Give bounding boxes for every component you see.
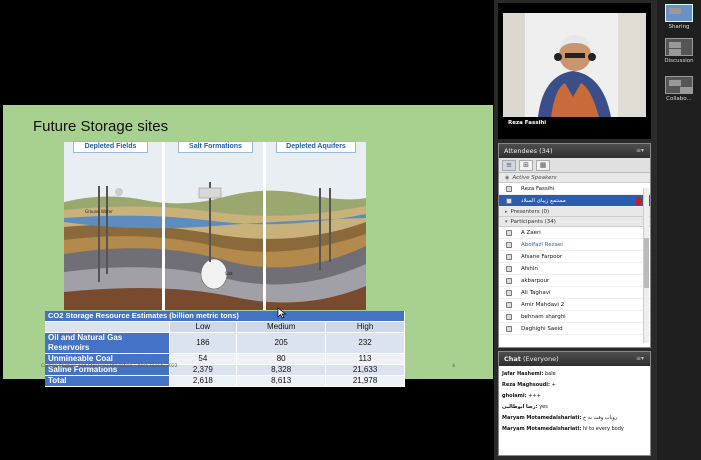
chat-message: Maryam Motamedalshariati: hi to every bo…	[502, 426, 624, 432]
chevron-down-icon: ▾	[505, 219, 508, 225]
list-item[interactable]: akbarpour	[499, 275, 650, 287]
active-speakers-section: ◉ Active Speakers	[499, 173, 650, 183]
storage-illustration	[64, 142, 366, 310]
chat-message: Reza Maghsoudi: +	[502, 382, 556, 388]
label-depleted-fields: Depleted Fields	[73, 141, 148, 153]
attendees-count: (34)	[539, 147, 553, 155]
chat-message: رضا ابوطالبی: yes	[502, 404, 548, 410]
person-icon	[506, 266, 512, 272]
list-item[interactable]: Amir Mahdavi 2	[499, 299, 650, 311]
person-icon	[506, 198, 512, 204]
col-medium: Medium	[236, 321, 327, 333]
pod-collaboration[interactable]: Collabo...	[664, 76, 694, 102]
attendees-header: Attendees (34) ≡▾	[499, 144, 650, 158]
list-item[interactable]: A Zaeri	[499, 227, 650, 239]
sharing-icon	[665, 4, 693, 22]
pod-switcher: Sharing Discussion Collabo...	[657, 0, 701, 460]
list-item[interactable]: Afshin	[499, 263, 650, 275]
share-pod: Future Storage sites Depleted Fields Sal…	[0, 0, 494, 460]
pod-menu-icon[interactable]: ≡▾	[636, 352, 644, 366]
discussion-icon	[665, 38, 693, 56]
person-icon	[506, 314, 512, 320]
right-panel: Reza Fassihi Attendees (34) ≡▾ ≡ ⊞ ▦ ◉ Ac…	[494, 0, 657, 460]
list-item[interactable]: Ali Taghavi	[499, 287, 650, 299]
list-item[interactable]: Afsane Farpoor	[499, 251, 650, 263]
list-item[interactable]: behnam sharghi	[499, 311, 650, 323]
person-icon	[506, 186, 512, 192]
header-empty	[45, 321, 170, 333]
salt-text: Salt	[225, 271, 233, 276]
chat-pod: Chat (Everyone) ≡▾ Jafar Hashemi: bale R…	[498, 351, 651, 456]
status-view-icon[interactable]: ▦	[536, 159, 550, 171]
slide-number: 4	[452, 364, 455, 369]
chat-scope: (Everyone)	[522, 355, 559, 363]
participants-section[interactable]: ▾ Participants (34)	[499, 217, 650, 227]
attendees-scrollbar[interactable]	[643, 188, 649, 343]
person-icon	[506, 326, 512, 332]
person-icon	[506, 230, 512, 236]
presenters-section[interactable]: ▸ Presenters (0)	[499, 207, 650, 217]
breakout-icon[interactable]: ⊞	[519, 159, 533, 171]
chat-message: Jafar Hashemi: bale	[502, 371, 556, 377]
storage-table: CO2 Storage Resource Estimates (billion …	[45, 311, 405, 387]
list-item[interactable]: Reza Fassihi	[499, 183, 650, 195]
table-row: Unmineable Coal 54 80 113	[45, 353, 405, 365]
attendees-pod: Attendees (34) ≡▾ ≡ ⊞ ▦ ◉ Active Speakers…	[498, 143, 651, 348]
label-depleted-aquifers: Depleted Aquifers	[276, 141, 356, 153]
table-row: Total 2,618 8,613 21,978	[45, 375, 405, 387]
col-low: Low	[169, 321, 238, 333]
webcam-image	[503, 13, 646, 117]
webcam-feed	[503, 13, 646, 117]
chat-messages: Jafar Hashemi: bale Reza Maghsoudi: + gh…	[499, 366, 650, 435]
list-item[interactable]: مستمع زيباى السلاد	[499, 195, 650, 207]
microphone-icon	[636, 197, 641, 205]
attendees-title: Attendees	[504, 147, 538, 155]
list-view-icon[interactable]: ≡	[502, 159, 516, 171]
person-icon	[506, 242, 512, 248]
list-item[interactable]: Abolfazl Rezaei	[499, 239, 650, 251]
table-row: Oil and Natural Gas Reservoirs 186 205 2…	[45, 332, 405, 354]
table-caption: CO2 Storage Resource Estimates (billion …	[45, 311, 405, 322]
chat-message: gholami: +++	[502, 393, 541, 399]
label-salt-formations: Salt Formations	[178, 141, 253, 153]
col-high: High	[325, 321, 405, 333]
person-icon	[506, 290, 512, 296]
chat-title: Chat	[504, 355, 521, 363]
collaboration-icon	[665, 76, 693, 94]
groundwater-text: Ground Water	[85, 209, 113, 214]
video-presenter-name: Reza Fassihi	[508, 120, 547, 126]
app-window: Future Storage sites Depleted Fields Sal…	[0, 0, 701, 460]
list-item[interactable]: Daghighi Saeid	[499, 323, 650, 335]
pod-discussion[interactable]: Discussion	[664, 38, 694, 64]
pod-menu-icon[interactable]: ≡▾	[636, 144, 644, 158]
chat-header: Chat (Everyone) ≡▾	[499, 352, 650, 366]
pod-sharing[interactable]: Sharing	[664, 4, 694, 30]
pointer-cursor-icon	[277, 307, 287, 319]
attendees-toolbar: ≡ ⊞ ▦	[499, 158, 650, 173]
person-icon	[506, 302, 512, 308]
chat-message: Maryam Motamedalshariati: رویاب وقت به خ	[502, 415, 618, 421]
video-pod: Reza Fassihi	[498, 3, 651, 139]
slide-footer: Carbon Capture and Storage / Utilization…	[41, 364, 178, 369]
person-icon	[506, 254, 512, 260]
person-icon	[506, 278, 512, 284]
scrollbar-thumb[interactable]	[644, 238, 649, 288]
slide-title: Future Storage sites	[33, 118, 169, 135]
chevron-right-icon: ▸	[505, 209, 508, 215]
speaker-icon: ◉	[505, 175, 510, 181]
slide: Future Storage sites Depleted Fields Sal…	[3, 105, 493, 387]
